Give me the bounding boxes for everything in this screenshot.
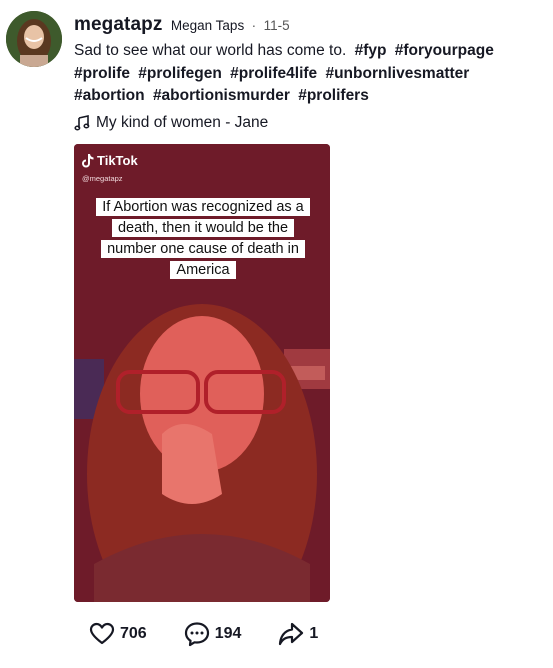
tiktok-brand: TikTok [97, 153, 138, 168]
share-arrow-icon [279, 622, 304, 646]
header-separator: · [251, 18, 257, 33]
comment-bubble-icon [184, 622, 209, 647]
avatar[interactable] [6, 11, 62, 67]
music-title: My kind of women - Jane [96, 114, 269, 131]
post-date: 11-5 [263, 18, 290, 33]
share-count: 1 [309, 625, 319, 642]
caption-text: Sad to see what our world has come to. [74, 42, 347, 59]
share-button[interactable]: 1 [277, 620, 318, 648]
tiktok-logo-icon [82, 153, 94, 167]
post-caption: Sad to see what our world has come to. #… [74, 40, 549, 108]
heart-icon [89, 622, 115, 645]
hashtag-link[interactable]: #prolife4life [230, 65, 317, 82]
username-link[interactable]: megatapz [74, 14, 162, 35]
hashtag-link[interactable]: #foryourpage [395, 42, 494, 59]
hashtag-link[interactable]: #fyp [355, 42, 387, 59]
hashtag-link[interactable]: #abortion [74, 87, 145, 104]
like-count: 706 [120, 625, 147, 642]
video-player[interactable]: TikTok @megatapz If Abortion was recogni… [74, 144, 330, 602]
hashtag-link[interactable]: #unbornlivesmatter [325, 65, 469, 82]
video-overlay-text: If Abortion was recognized as a death, t… [96, 197, 310, 281]
hashtag-link[interactable]: #prolife [74, 65, 130, 82]
hashtag-link[interactable]: #prolifegen [138, 65, 222, 82]
nickname: Megan Taps [170, 18, 245, 33]
engagement-bar: 706 194 1 [88, 620, 318, 648]
watermark-handle: @megatapz [82, 174, 123, 183]
tiktok-watermark: TikTok [82, 153, 138, 168]
hashtag-link[interactable]: #prolifers [298, 87, 369, 104]
music-link[interactable]: My kind of women - Jane [74, 114, 268, 132]
like-button[interactable]: 706 [88, 620, 147, 648]
comment-count: 194 [214, 625, 242, 642]
post-header: megatapz Megan Taps · 11-5 [74, 14, 290, 36]
hashtag-link[interactable]: #abortionismurder [153, 87, 290, 104]
comment-button[interactable]: 194 [183, 620, 242, 648]
avatar-image [6, 11, 62, 67]
music-note-icon [74, 115, 90, 131]
overlay-caption: If Abortion was recognized as a death, t… [96, 198, 310, 279]
